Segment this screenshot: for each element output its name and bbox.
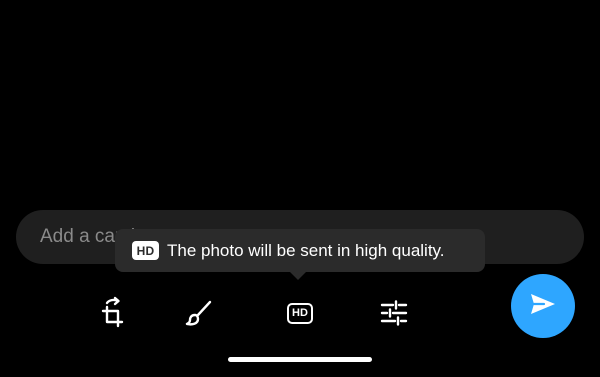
home-indicator[interactable] [228, 357, 372, 362]
tooltip-text: The photo will be sent in high quality. [167, 240, 445, 260]
send-button[interactable] [511, 274, 575, 338]
draw-button[interactable] [179, 293, 219, 333]
send-icon [530, 292, 556, 321]
hd-badge-icon: HD [132, 241, 159, 260]
adjust-button[interactable] [374, 293, 414, 333]
sliders-icon [380, 300, 408, 326]
hd-quality-tooltip: HD The photo will be sent in high qualit… [115, 229, 485, 280]
hd-icon: HD [287, 302, 313, 324]
crop-rotate-icon [98, 296, 128, 330]
crop-rotate-button[interactable] [93, 293, 133, 333]
photo-preview [0, 0, 600, 205]
brush-icon [184, 298, 214, 328]
hd-quality-button[interactable]: HD [280, 293, 320, 333]
photo-editor-screen: HD The photo will be sent in high qualit… [0, 0, 600, 377]
